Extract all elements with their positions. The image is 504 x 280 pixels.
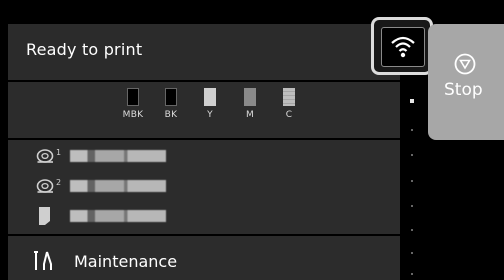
media-name-obscured <box>70 150 166 162</box>
ink-label: Y <box>207 110 213 120</box>
media-name-obscured <box>70 210 166 222</box>
status-bar: Ready to print <box>8 24 400 80</box>
media-row-sheet[interactable] <box>8 202 400 228</box>
status-text: Ready to print <box>26 40 143 59</box>
wifi-button[interactable] <box>371 17 433 75</box>
ink-tank <box>283 88 295 106</box>
page-indicator-dot <box>411 205 413 207</box>
stop-icon <box>454 53 476 75</box>
ink-bk: BK <box>153 88 189 120</box>
media-name-obscured <box>70 180 166 192</box>
ink-tank <box>165 88 177 106</box>
ink-c: C <box>271 88 307 120</box>
media-row-roll2[interactable]: 2 <box>8 172 400 198</box>
ink-levels-panel[interactable]: MBK BK Y M C <box>8 82 400 138</box>
maintenance-label: Maintenance <box>74 252 178 271</box>
roll-badge: 2 <box>56 178 61 187</box>
wifi-icon <box>391 36 415 58</box>
wifi-inner-frame <box>381 27 425 67</box>
roll1-icon: 1 <box>36 148 61 163</box>
media-row-roll1[interactable]: 1 <box>8 142 400 168</box>
ink-label: BK <box>164 110 178 120</box>
stop-label: Stop <box>444 80 483 100</box>
roll2-icon: 2 <box>36 178 61 193</box>
ink-tank <box>127 88 139 106</box>
page-indicator-dot <box>411 273 413 275</box>
page-indicator-dot <box>411 252 413 254</box>
maintenance-button[interactable]: Maintenance <box>8 236 400 280</box>
page-indicator-dot <box>411 180 413 182</box>
ink-mbk: MBK <box>115 88 151 120</box>
page-indicator-dot <box>411 154 413 156</box>
ink-label: C <box>285 110 293 120</box>
maintenance-icon <box>34 251 52 270</box>
stop-button[interactable]: Stop <box>428 24 504 140</box>
ink-tank <box>204 88 216 106</box>
ink-tank <box>244 88 256 106</box>
page-indicator-dot <box>411 129 413 131</box>
roll-badge: 1 <box>56 148 61 157</box>
sheet-icon <box>39 207 50 225</box>
ink-m: M <box>232 88 268 120</box>
ink-y: Y <box>192 88 228 120</box>
media-panel[interactable]: 1 2 <box>8 140 400 234</box>
ink-label: M <box>245 110 255 120</box>
page-indicator-dot <box>411 229 413 231</box>
page-indicator-active <box>410 99 414 103</box>
ink-label: MBK <box>122 110 144 120</box>
